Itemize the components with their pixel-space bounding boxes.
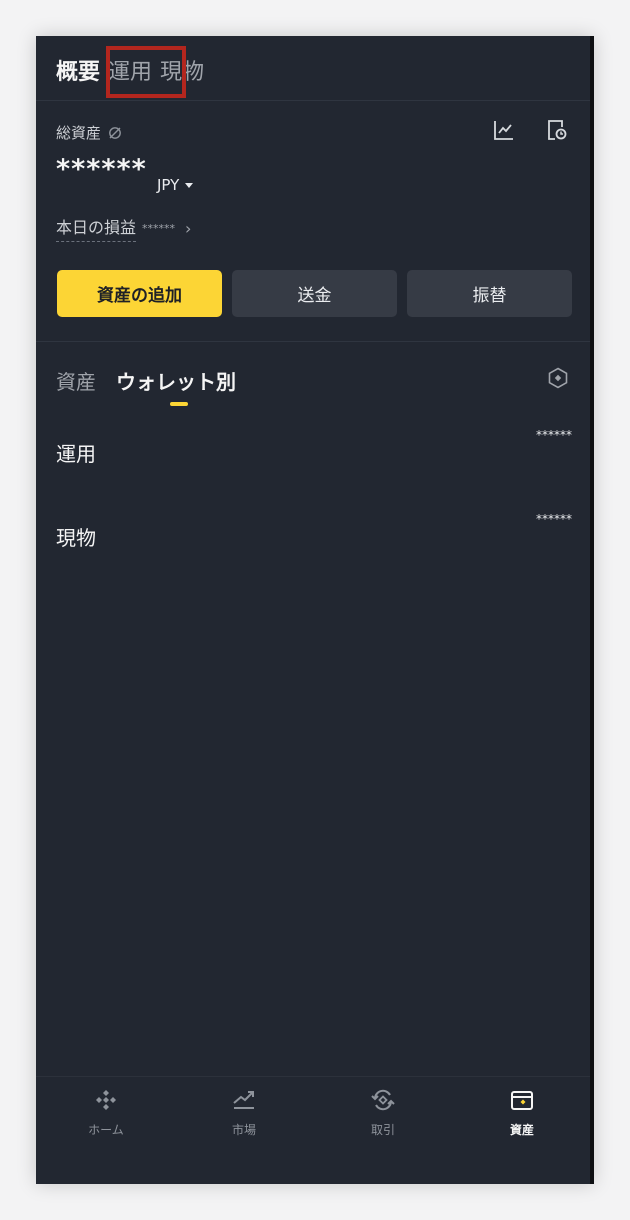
tab-by-wallet[interactable]: ウォレット別 [116, 366, 236, 395]
transfer-button[interactable]: 振替 [407, 270, 572, 317]
today-pnl-value: ****** [142, 221, 176, 235]
nav-label: 市場 [231, 1123, 256, 1137]
currency-label: JPY [157, 176, 180, 194]
today-pnl-row[interactable]: 本日の損益 ****** › [56, 214, 191, 242]
total-assets-label: 総資産 [56, 124, 102, 142]
highlight-annotation-box [106, 46, 186, 98]
section-divider [36, 341, 594, 342]
wallet-value: ****** [536, 512, 572, 526]
nav-trade[interactable]: 取引 [343, 1087, 423, 1138]
home-icon [96, 1090, 116, 1110]
total-balance: ****** [56, 154, 147, 185]
send-button[interactable]: 送金 [232, 270, 397, 317]
chart-line-icon[interactable] [492, 118, 516, 142]
today-pnl-label: 本日の損益 [56, 214, 137, 242]
nav-home[interactable]: ホーム [66, 1087, 146, 1138]
wallet-icon [511, 1091, 533, 1110]
wallet-row-spot[interactable]: 現物 ****** [56, 512, 572, 550]
wallet-name: 運用 [56, 442, 96, 466]
caret-down-icon [185, 182, 194, 188]
header-icons [492, 118, 568, 142]
nav-label: 資産 [509, 1123, 534, 1137]
market-icon [233, 1091, 254, 1109]
bottom-navigation: ホーム 市場 取引 資産 [36, 1076, 594, 1184]
wallet-value: ****** [536, 428, 572, 442]
hexagon-settings-icon[interactable] [546, 366, 570, 390]
nav-label: ホーム [88, 1123, 124, 1137]
chevron-right-icon: › [185, 218, 192, 238]
wallet-name: 現物 [56, 526, 96, 550]
total-assets-label-row: 総資産 [56, 122, 123, 143]
history-icon[interactable] [544, 118, 568, 142]
header-divider [36, 100, 594, 101]
tab-overview[interactable]: 概要 [56, 58, 100, 88]
nav-market[interactable]: 市場 [204, 1087, 284, 1138]
nav-assets[interactable]: 資産 [482, 1087, 562, 1138]
app-screen: 概要 運用 現物 総資産 ****** JPY 本日の損益 ****** › 資… [36, 36, 594, 1184]
active-tab-indicator [170, 402, 188, 406]
currency-selector[interactable]: JPY [157, 176, 194, 194]
wallet-row-earn[interactable]: 運用 ****** [56, 428, 572, 466]
trade-icon [371, 1089, 395, 1111]
add-assets-button[interactable]: 資産の追加 [57, 270, 222, 317]
asset-view-tabs: 資産 ウォレット別 [56, 366, 256, 395]
nav-label: 取引 [370, 1123, 395, 1137]
eye-off-icon[interactable] [107, 125, 123, 141]
tab-assets[interactable]: 資産 [56, 366, 96, 395]
